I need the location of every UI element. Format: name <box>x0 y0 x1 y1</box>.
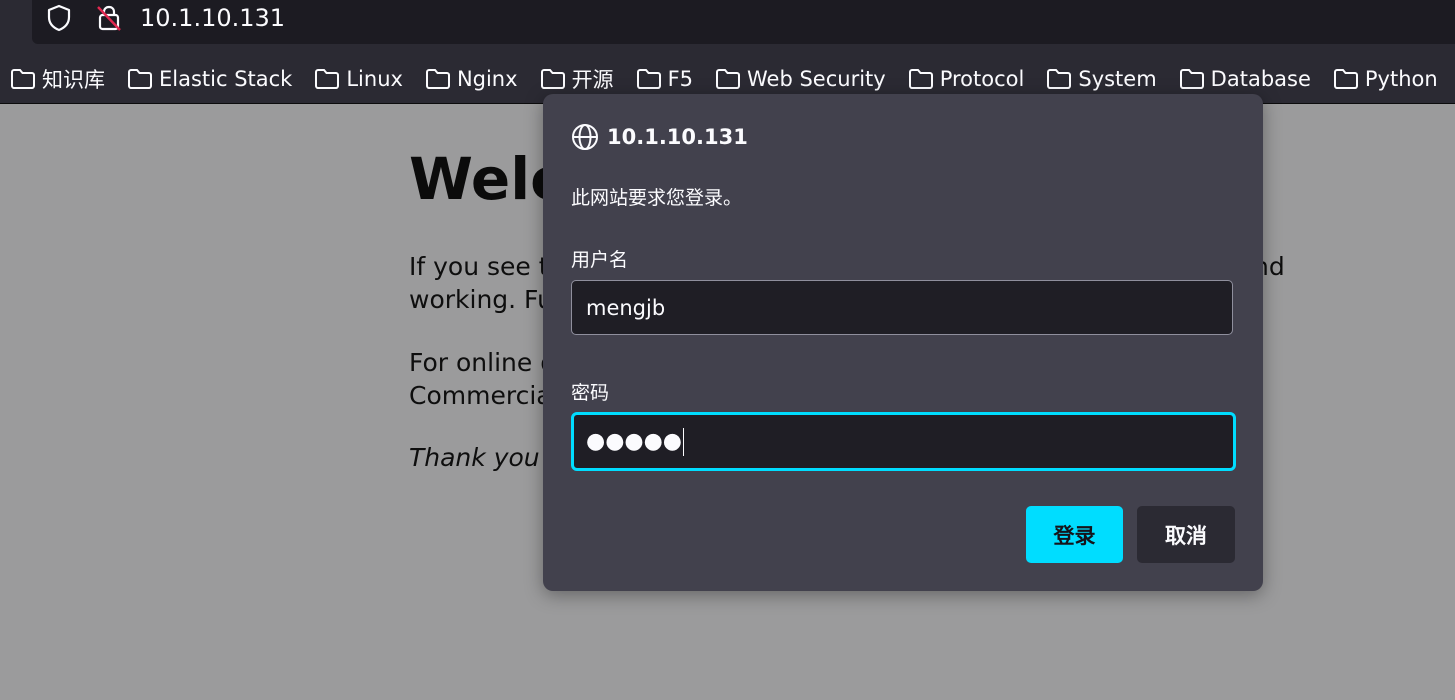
bookmark-label: 知识库 <box>42 67 105 92</box>
password-mask: ●●●●● <box>586 429 682 454</box>
thanks-paragraph: Thank you <box>409 443 540 472</box>
bookmark-label: 开源 <box>571 67 614 92</box>
folder-icon <box>1047 68 1072 89</box>
folder-icon <box>11 68 35 89</box>
bookmark-folder[interactable]: Elastic Stack <box>117 62 292 96</box>
bookmark-label: Elastic Stack <box>159 66 293 91</box>
username-label: 用户名 <box>571 249 629 271</box>
folder-icon <box>636 68 661 89</box>
bookmark-folder[interactable]: Linux <box>304 62 403 96</box>
password-label: 密码 <box>571 382 610 404</box>
bookmark-folder[interactable]: Protocol <box>898 62 1025 96</box>
folder-icon <box>540 68 565 89</box>
bookmark-folder[interactable]: 开源 <box>530 62 614 96</box>
bookmark-folder[interactable]: Nginx <box>415 62 518 96</box>
bookmark-label: Protocol <box>939 66 1025 91</box>
toolbar: 10.1.10.131 <box>0 0 1455 54</box>
bookmark-label: Nginx <box>456 66 518 91</box>
username-field[interactable] <box>571 280 1233 335</box>
bookmark-label: Python <box>1364 66 1438 91</box>
bookmark-folder[interactable]: F5 <box>626 62 693 96</box>
shield-icon[interactable] <box>44 3 74 37</box>
folder-icon <box>425 68 450 89</box>
bookmark-label: Database <box>1210 66 1311 91</box>
bookmark-folder[interactable]: Database <box>1169 62 1311 96</box>
folder-icon <box>1179 68 1204 89</box>
folder-icon <box>128 68 152 89</box>
text-caret <box>682 427 684 456</box>
folder-icon <box>716 68 741 89</box>
docs-line-1: For online d <box>409 348 557 377</box>
bookmark-label: System <box>1078 66 1157 91</box>
url-text[interactable]: 10.1.10.131 <box>140 4 285 32</box>
bookmark-label: Web Security <box>747 66 886 91</box>
dialog-host: 10.1.10.131 <box>607 125 748 149</box>
password-field[interactable]: ●●●●● <box>571 412 1236 471</box>
folder-icon <box>315 68 340 89</box>
docs-paragraph: For online d Commercia <box>409 346 556 412</box>
folder-icon <box>1333 68 1358 89</box>
bookmark-folder[interactable]: Python <box>1323 62 1438 96</box>
folder-icon <box>908 68 933 89</box>
bookmark-label: F5 <box>667 66 694 91</box>
lock-insecure-icon[interactable] <box>94 3 124 37</box>
docs-line-2: Commercia <box>409 381 552 410</box>
bookmark-label: Linux <box>346 66 403 91</box>
dialog-message: 此网站要求您登录。 <box>571 187 743 209</box>
bookmark-folder[interactable]: 知识库 <box>0 62 105 96</box>
login-button[interactable]: 登录 <box>1026 506 1123 563</box>
cancel-button[interactable]: 取消 <box>1137 506 1235 563</box>
globe-icon <box>571 123 599 155</box>
bookmark-folder[interactable]: System <box>1036 62 1157 96</box>
auth-dialog: 10.1.10.131 此网站要求您登录。 用户名 密码 ●●●●● 登录 取消 <box>543 94 1263 591</box>
bookmark-folder[interactable]: Web Security <box>705 62 886 96</box>
